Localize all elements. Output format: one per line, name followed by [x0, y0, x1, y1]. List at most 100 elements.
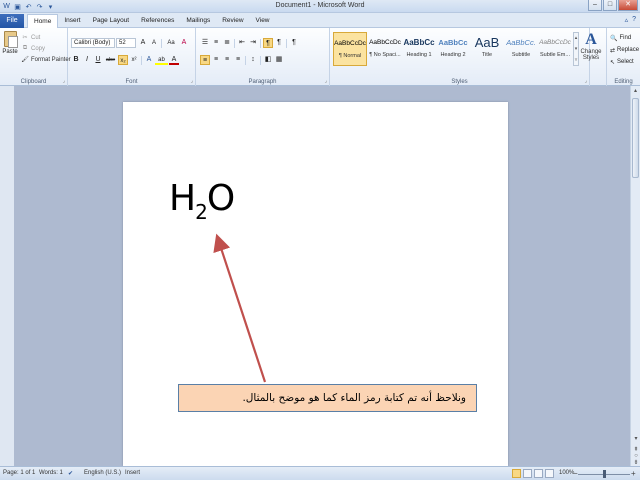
help-icon[interactable]: ? — [632, 16, 636, 24]
bullets-icon[interactable]: ☰ — [200, 38, 210, 48]
font-size-combo[interactable]: 52 — [116, 38, 136, 48]
style-heading-1[interactable]: AaBbCc Heading 1 — [402, 32, 436, 66]
minimize-button[interactable]: – — [588, 0, 602, 11]
scroll-down-icon[interactable]: ▾ — [631, 434, 640, 444]
arrow-line — [213, 233, 267, 383]
find-button[interactable]: 🔍 Find — [610, 32, 639, 44]
style-subtitle[interactable]: AaBbCc. Subtitle — [504, 32, 538, 66]
increase-indent-icon[interactable]: ⇥ — [248, 38, 258, 48]
clipboard-group: Paste ✂ Cut ⧉ Copy 🖌 Format Painter Clipboa… — [0, 28, 71, 86]
underline-button[interactable]: U — [93, 55, 103, 65]
window-controls: – □ ✕ — [588, 0, 638, 11]
style-subtle-emphasis[interactable]: AaBbCcDc Subtle Em... — [538, 32, 572, 66]
separator — [141, 55, 142, 65]
text-effects-button[interactable]: A — [144, 55, 154, 65]
line-spacing-icon[interactable]: ↕ — [248, 55, 258, 65]
multilevel-list-icon[interactable]: ≣ — [222, 38, 232, 48]
format-painter-button[interactable]: 🖌 Format Painter — [21, 54, 71, 65]
style-heading-2[interactable]: AaBbCc Heading 2 — [436, 32, 470, 66]
tab-references[interactable]: References — [135, 14, 180, 28]
title-bar: W ▣ ↶ ↷ ▾ Document1 - Microsoft Word – □… — [0, 0, 640, 13]
scroll-thumb[interactable] — [632, 98, 639, 178]
highlight-button[interactable]: ab — [155, 55, 168, 65]
align-left-icon[interactable]: ≡ — [200, 55, 210, 65]
page-nav-icons[interactable]: ⇞ ○ ⇟ — [631, 446, 640, 466]
tab-mailings[interactable]: Mailings — [180, 14, 216, 28]
copy-button[interactable]: ⧉ Copy — [21, 43, 71, 54]
decrease-indent-icon[interactable]: ⇤ — [237, 38, 247, 48]
separator — [286, 38, 287, 48]
arabic-callout-box[interactable]: ونلاحظ أنه تم كتابة رمز الماء كما هو موض… — [178, 384, 477, 412]
cut-button[interactable]: ✂ Cut — [21, 32, 71, 43]
subscript-button[interactable]: x₂ — [118, 55, 128, 65]
scroll-up-icon[interactable]: ▴ — [631, 86, 640, 96]
justify-icon[interactable]: ≡ — [233, 55, 243, 65]
view-buttons — [512, 469, 554, 478]
separator — [260, 38, 261, 48]
clipboard-launcher-icon[interactable]: ⌟ — [63, 78, 65, 84]
minimize-ribbon-icon[interactable]: ▵ — [625, 16, 629, 24]
styles-group-label: Styles — [451, 79, 468, 85]
font-launcher-icon[interactable]: ⌟ — [191, 78, 193, 84]
word-count[interactable]: Words: 1 — [39, 470, 63, 476]
style-title[interactable]: AaB Title — [470, 32, 504, 66]
tab-home[interactable]: Home — [27, 14, 59, 28]
align-right-icon[interactable]: ≡ — [222, 55, 232, 65]
close-button[interactable]: ✕ — [618, 0, 638, 11]
font-color-button[interactable]: A — [169, 55, 179, 65]
page-count[interactable]: Page: 1 of 1 — [3, 470, 35, 476]
font-group-label: Font — [125, 79, 138, 85]
paste-button[interactable]: Paste — [2, 31, 18, 55]
borders-icon[interactable]: ▦ — [274, 55, 284, 65]
shading-icon[interactable]: ◧ — [263, 55, 273, 65]
zoom-slider-thumb[interactable] — [603, 470, 606, 478]
change-styles-button[interactable]: A Change Styles — [577, 31, 605, 61]
web-layout-icon[interactable] — [534, 469, 543, 478]
italic-button[interactable]: I — [82, 55, 92, 65]
show-marks-icon[interactable]: ¶ — [289, 38, 299, 48]
vertical-scrollbar[interactable]: ▴ ▾ ⇞ ○ ⇟ — [630, 86, 640, 466]
superscript-button[interactable]: x² — [129, 55, 139, 65]
align-center-icon[interactable]: ≡ — [211, 55, 221, 65]
separator — [260, 55, 261, 65]
full-screen-reading-icon[interactable] — [523, 469, 532, 478]
ribbon-tabs: File Home Insert Page Layout References … — [0, 13, 640, 28]
document-page[interactable]: H2O ونلاحظ أنه تم كتابة رمز الماء كما هو… — [123, 102, 508, 466]
tab-insert[interactable]: Insert — [58, 14, 86, 28]
bold-button[interactable]: B — [71, 55, 81, 65]
tab-page-layout[interactable]: Page Layout — [87, 14, 136, 28]
paintbrush-icon: 🖌 — [21, 57, 29, 63]
tab-view[interactable]: View — [250, 14, 276, 28]
print-layout-icon[interactable] — [512, 469, 521, 478]
numbering-icon[interactable]: ≡ — [211, 38, 221, 48]
grow-font-button[interactable]: A — [138, 38, 148, 48]
language-indicator[interactable]: English (U.S.) — [84, 470, 121, 476]
outline-icon[interactable] — [545, 469, 554, 478]
paragraph-launcher-icon[interactable]: ⌟ — [325, 78, 327, 84]
window-title: Document1 - Microsoft Word — [275, 2, 365, 9]
shrink-font-button[interactable]: A — [149, 38, 159, 48]
clear-formatting-button[interactable]: A — [179, 38, 189, 48]
select-button[interactable]: ↖ Select — [610, 56, 639, 68]
separator — [161, 38, 162, 48]
document-workspace: H2O ونلاحظ أنه تم كتابة رمز الماء كما هو… — [14, 86, 630, 466]
style-normal[interactable]: AaBbCcDc ¶ Normal — [333, 32, 367, 66]
proofing-icon[interactable]: ✔ — [68, 470, 73, 477]
ltr-direction-icon[interactable]: ¶ — [274, 38, 284, 48]
rtl-direction-icon[interactable]: ¶ — [263, 38, 273, 48]
maximize-button[interactable]: □ — [603, 0, 617, 11]
paragraph-group-label: Paragraph — [248, 79, 277, 85]
separator — [234, 38, 235, 48]
replace-button[interactable]: ⇄ Replace — [610, 44, 639, 56]
style-no-spacing[interactable]: AaBbCcDc ¶ No Spaci... — [368, 32, 402, 66]
clipboard-group-label: Clipboard — [20, 79, 47, 85]
zoom-in-icon[interactable]: + — [631, 469, 636, 478]
change-case-button[interactable]: Aa — [164, 38, 178, 48]
tab-file[interactable]: File — [0, 14, 24, 28]
insert-mode[interactable]: Insert — [125, 470, 140, 476]
styles-group: AaBbCcDc ¶ Normal AaBbCcDc ¶ No Spaci...… — [330, 28, 590, 86]
zoom-out-icon[interactable]: − — [573, 469, 578, 478]
tab-review[interactable]: Review — [216, 14, 249, 28]
font-name-combo[interactable]: Calibri (Body) — [71, 38, 115, 48]
strikethrough-button[interactable]: abe — [104, 55, 117, 65]
